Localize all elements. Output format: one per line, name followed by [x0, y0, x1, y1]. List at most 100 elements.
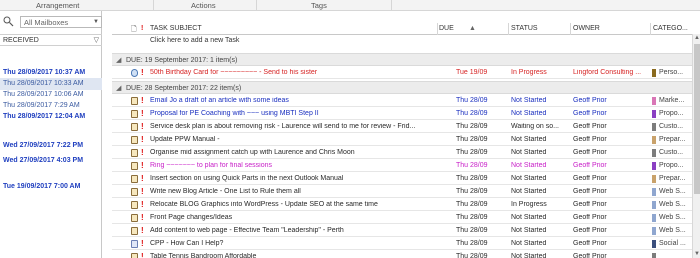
task-owner: Geoff Prior — [573, 240, 607, 247]
column-category[interactable]: CATEGO... — [653, 25, 688, 32]
scrollbar-thumb[interactable] — [694, 44, 700, 194]
high-importance-icon: ! — [141, 109, 144, 118]
high-importance-icon: ! — [141, 135, 144, 144]
task-category: Web S... — [659, 201, 686, 208]
vertical-scrollbar[interactable]: ▲ ▼ — [692, 34, 700, 258]
task-due: Thu 28/09 — [456, 162, 488, 169]
task-category: Custo... — [659, 149, 684, 156]
ribbon-divider — [256, 0, 257, 11]
received-list-item[interactable]: Thu 28/09/2017 12:04 AM — [0, 111, 102, 123]
task-row[interactable]: ! Service desk plan is about removing ris… — [112, 121, 700, 133]
column-status[interactable]: STATUS — [511, 25, 538, 32]
received-list-item[interactable]: Wed 27/09/2017 4:03 PM — [0, 155, 102, 167]
task-icon — [131, 188, 138, 196]
task-due: Thu 28/09 — [456, 136, 488, 143]
mailbox-scope-dropdown[interactable]: All Mailboxes ▼ — [20, 16, 102, 28]
sort-ascending-icon: ▲ — [469, 25, 476, 32]
task-row[interactable]: ! Relocate BLOG Graphics into WordPress -… — [112, 199, 700, 211]
high-importance-icon: ! — [141, 239, 144, 248]
task-status: Not Started — [511, 188, 547, 195]
left-pane: All Mailboxes ▼ RECEIVED ▽ Thu 28/09/201… — [0, 11, 102, 258]
task-subject[interactable]: CPP - How Can I Help? — [150, 240, 440, 247]
column-divider[interactable] — [508, 23, 509, 35]
task-subject[interactable]: Ring ~~~~~~~ to plan for final sessions — [150, 162, 440, 169]
category-color-swatch — [652, 149, 656, 157]
task-subject[interactable]: 50th Birthday Card for ~~~~~~~~~ - Send … — [150, 69, 440, 76]
task-subject[interactable]: Proposal for PE Coaching with ~~~ using … — [150, 110, 440, 117]
task-group-label: DUE: 28 September 2017: 22 item(s) — [126, 85, 242, 92]
high-importance-icon: ! — [141, 122, 144, 131]
importance-icon[interactable]: ! — [141, 25, 143, 32]
task-status: Not Started — [511, 136, 547, 143]
task-due: Thu 28/09 — [456, 253, 488, 258]
task-subject[interactable]: Front Page changes/Ideas — [150, 214, 440, 221]
task-row[interactable]: ! Front Page changes/Ideas Thu 28/09 Not St… — [112, 212, 700, 224]
column-owner[interactable]: OWNER — [573, 25, 600, 32]
task-status: In Progress — [511, 201, 547, 208]
scroll-up-icon[interactable]: ▲ — [694, 35, 700, 41]
task-row[interactable]: ! Proposal for PE Coaching with ~~~ using… — [112, 108, 700, 120]
task-status: Waiting on so... — [511, 123, 559, 130]
task-status: Not Started — [511, 97, 547, 104]
filter-icon[interactable]: ▽ — [94, 36, 99, 44]
task-row[interactable]: ! Ring ~~~~~~~ to plan for final sessions… — [112, 160, 700, 172]
task-subject[interactable]: Email Jo a draft of an article with some… — [150, 97, 440, 104]
task-subject[interactable]: Table Tennis Bandroom Affordable — [150, 253, 440, 258]
doc-icon[interactable]: 🗋 — [131, 25, 137, 36]
task-subject[interactable]: Service desk plan is about removing risk… — [150, 123, 440, 130]
task-icon — [131, 227, 138, 235]
task-row[interactable]: ! Email Jo a draft of an article with som… — [112, 95, 700, 107]
task-category: Social ... — [659, 240, 686, 247]
collapse-caret-icon[interactable]: ◢ — [116, 56, 126, 64]
category-color-swatch — [652, 227, 656, 235]
received-list-item[interactable]: Wed 27/09/2017 7:22 PM — [0, 140, 102, 152]
task-group-header[interactable]: ◢ DUE: 28 September 2017: 22 item(s) — [112, 81, 700, 94]
task-subject[interactable]: Insert section on using Quick Parts in t… — [150, 175, 440, 182]
task-subject[interactable]: Update PPW Manual - — [150, 136, 440, 143]
column-divider[interactable] — [570, 23, 571, 35]
received-list-item[interactable]: Tue 19/09/2017 7:00 AM — [0, 181, 102, 193]
task-icon — [131, 97, 138, 105]
task-owner: Geoff Prior — [573, 136, 607, 143]
received-column-header[interactable]: RECEIVED ▽ — [0, 34, 102, 46]
task-subject[interactable]: Write new Blog Article - One List to Rul… — [150, 188, 440, 195]
task-row[interactable]: ! 50th Birthday Card for ~~~~~~~~~ - Send… — [112, 67, 700, 79]
column-divider[interactable] — [650, 23, 651, 35]
high-importance-icon: ! — [141, 226, 144, 235]
task-subject[interactable]: Relocate BLOG Graphics into WordPress - … — [150, 201, 440, 208]
task-subject[interactable]: Add content to web page - Effective Team… — [150, 227, 440, 234]
task-owner: Geoff Prior — [573, 110, 607, 117]
task-due: Thu 28/09 — [456, 227, 488, 234]
task-status: Not Started — [511, 162, 547, 169]
category-color-swatch — [652, 253, 656, 258]
task-subject[interactable]: Organise mid assignment catch up with La… — [150, 149, 440, 156]
task-due: Thu 28/09 — [456, 214, 488, 221]
column-task-subject[interactable]: TASK SUBJECT — [150, 25, 202, 32]
scroll-down-icon[interactable]: ▼ — [694, 251, 700, 257]
task-row[interactable]: ! Organise mid assignment catch up with L… — [112, 147, 700, 159]
task-row[interactable]: ! Update PPW Manual - Thu 28/09 Not Started… — [112, 134, 700, 146]
task-group-header[interactable]: ◢ DUE: 19 September 2017: 1 item(s) — [112, 53, 700, 66]
high-importance-icon: ! — [141, 96, 144, 105]
collapse-caret-icon[interactable]: ◢ — [116, 84, 126, 92]
task-group-label: DUE: 19 September 2017: 1 item(s) — [126, 57, 238, 64]
task-status: Not Started — [511, 227, 547, 234]
task-status: Not Started — [511, 149, 547, 156]
task-owner: Geoff Prior — [573, 201, 607, 208]
task-row[interactable]: ! Add content to web page - Effective Tea… — [112, 225, 700, 237]
task-row[interactable]: ! Table Tennis Bandroom Affordable Thu 28/… — [112, 251, 700, 258]
task-row[interactable]: ! Insert section on using Quick Parts in … — [112, 173, 700, 185]
category-color-swatch — [652, 136, 656, 144]
task-status: Not Started — [511, 240, 547, 247]
search-scope-icon[interactable] — [2, 15, 16, 27]
add-new-task-row[interactable]: Click here to add a new Task — [150, 37, 239, 44]
task-row[interactable]: ! Write new Blog Article - One List to Ru… — [112, 186, 700, 198]
high-importance-icon: ! — [141, 200, 144, 209]
column-divider[interactable] — [437, 23, 438, 35]
column-due[interactable]: DUE — [439, 25, 454, 32]
high-importance-icon: ! — [141, 174, 144, 183]
mailbox-scope-label: All Mailboxes — [24, 18, 69, 27]
task-due: Thu 28/09 — [456, 201, 488, 208]
task-row[interactable]: ! CPP - How Can I Help? Thu 28/09 Not Start… — [112, 238, 700, 250]
task-category: Marke... — [659, 97, 685, 104]
